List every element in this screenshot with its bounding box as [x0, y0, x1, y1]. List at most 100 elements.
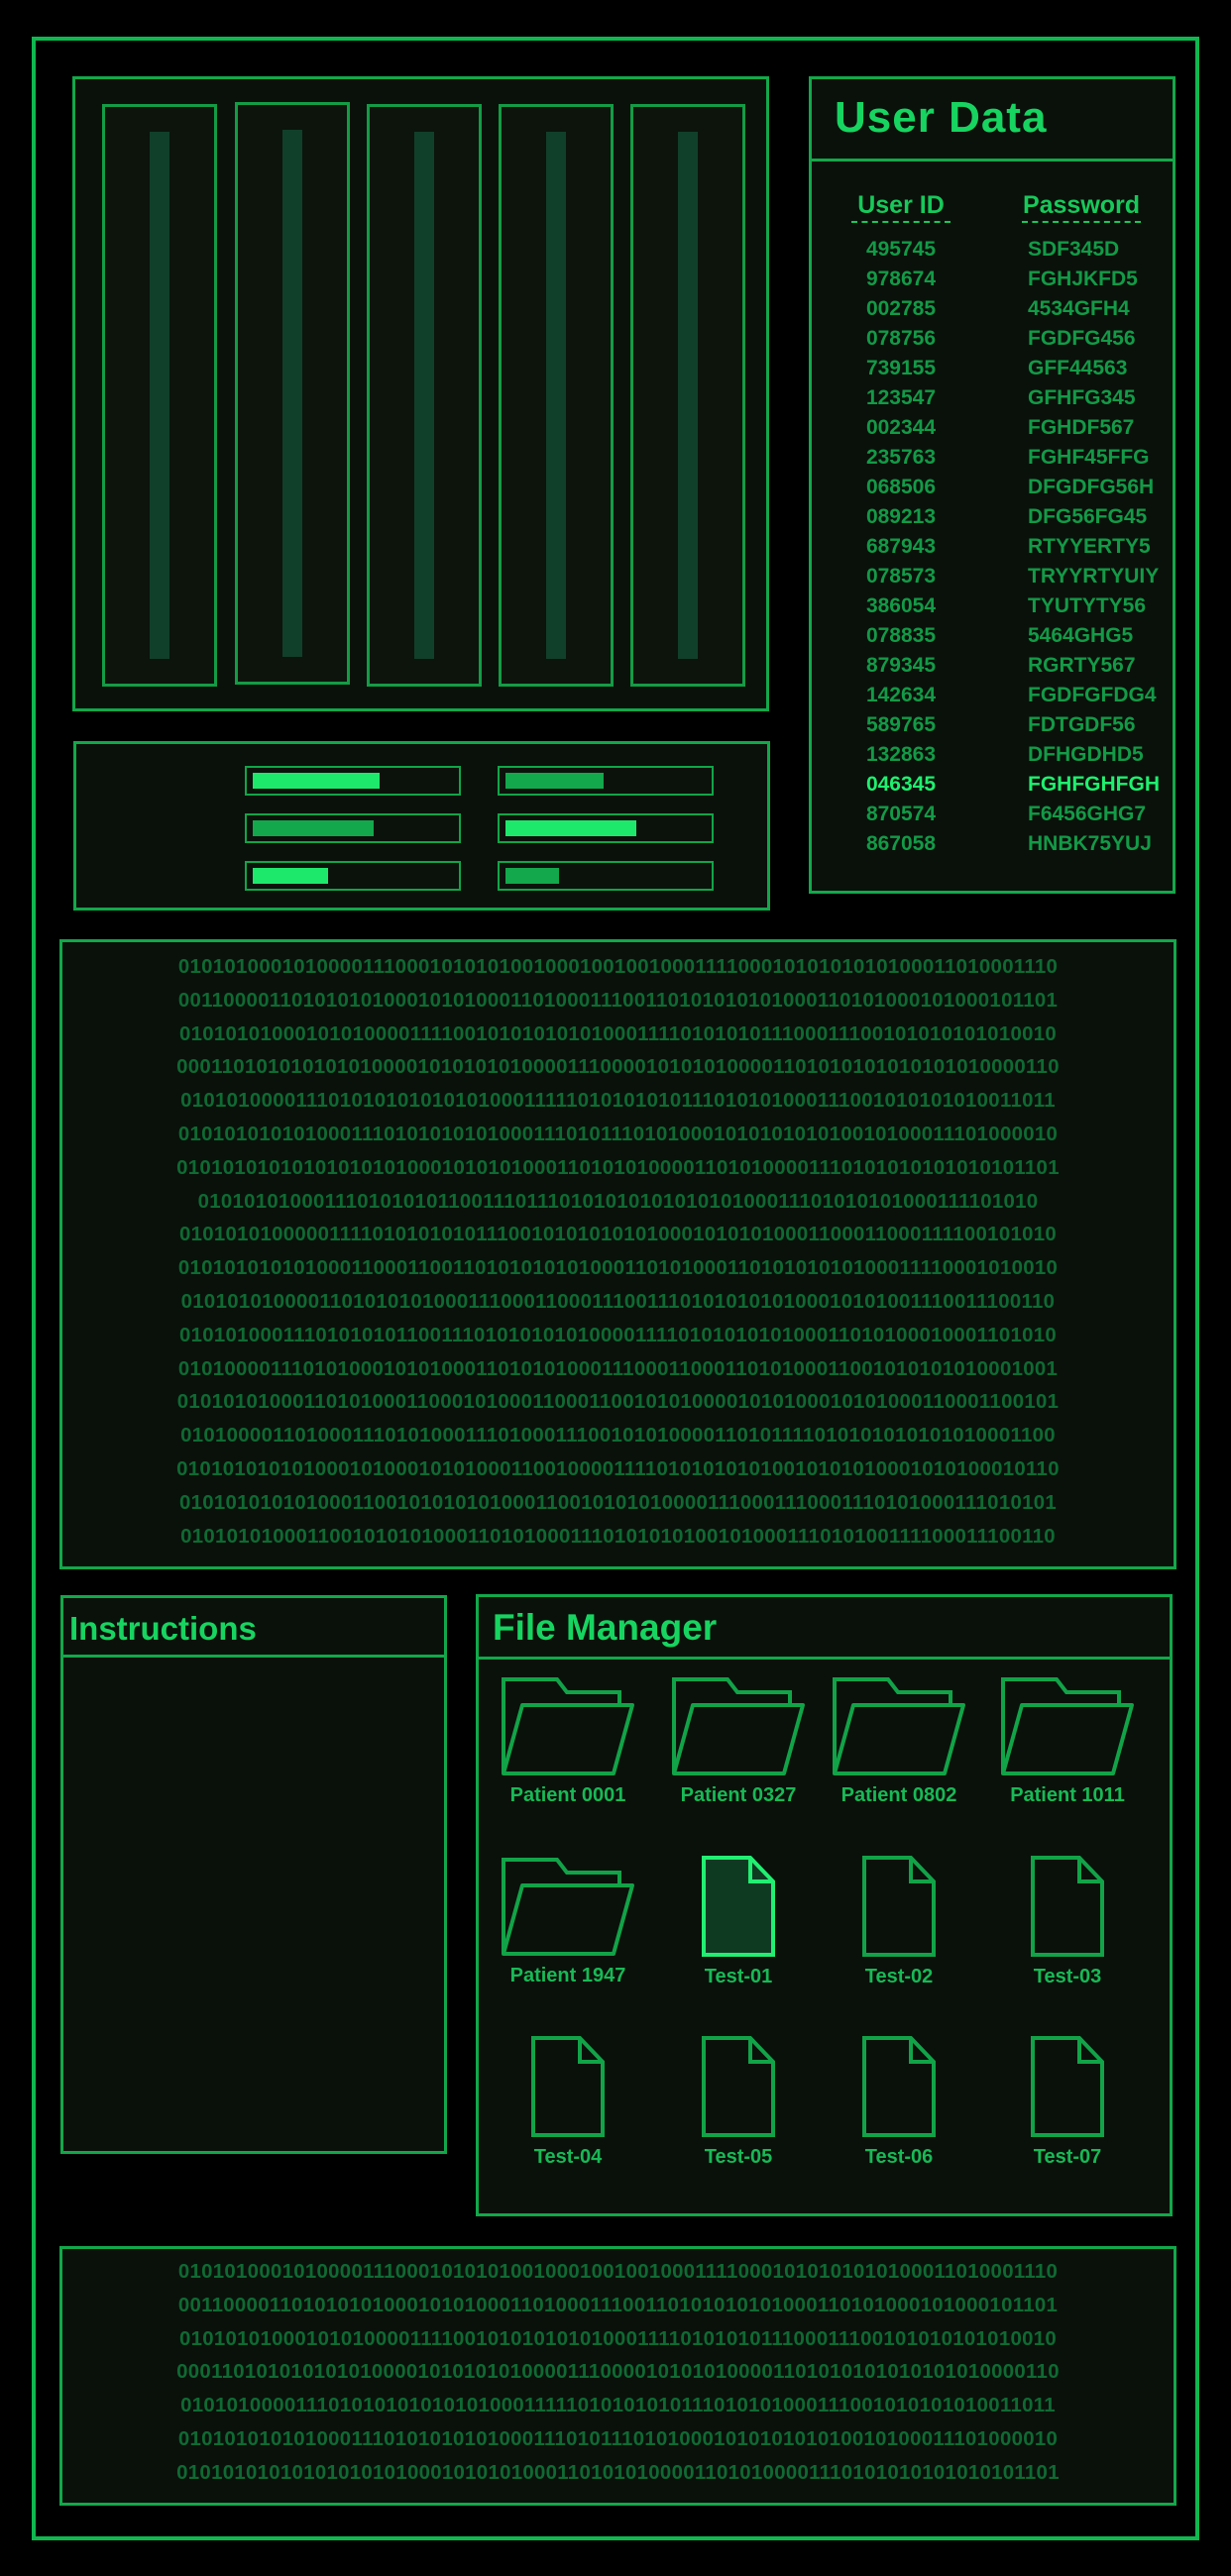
binary-line: 0101010100011010100011000101000110001100…: [176, 1391, 1060, 1414]
binary-line: 0101010001110101010110011101010101010000…: [178, 1324, 1058, 1346]
document-icon: [862, 2036, 936, 2137]
user-id-cell: 078835: [865, 624, 937, 647]
user-id-cell: 687943: [865, 535, 937, 558]
file-item[interactable]: Test-07: [1030, 2035, 1105, 2168]
folder-item[interactable]: Patient 0802: [832, 1675, 966, 1806]
file-item[interactable]: Test-05: [701, 2035, 776, 2168]
password-cell: FDTGDF56: [1028, 713, 1136, 736]
user-id-cell: 739155: [865, 357, 937, 379]
folder-item[interactable]: Patient 1947: [501, 1856, 635, 1986]
level-bar: [245, 766, 461, 796]
user-data-row: 870574 F6456GHG7: [812, 803, 1173, 832]
instructions-title: Instructions: [69, 1610, 257, 1647]
user-id-cell: 589765: [865, 713, 937, 736]
user-id-cell: 235763: [865, 446, 937, 469]
binary-line: 0101010101010001100101010101000110010101…: [178, 1491, 1058, 1514]
binary-line: 0101010100010101000011110010101010101000…: [178, 1022, 1058, 1045]
user-data-row: 867058 HNBK75YUJ: [812, 832, 1173, 862]
column-track: [546, 132, 566, 659]
column-bar-2: [235, 102, 350, 685]
user-data-row: 002344 FGHDF567: [812, 416, 1173, 446]
binary-line: 0101010101010001100011001101010101010001…: [177, 1257, 1059, 1280]
folder-item[interactable]: Patient 0001: [501, 1675, 635, 1806]
user-id-cell: 046345: [865, 773, 937, 796]
column-track: [282, 130, 302, 657]
file-item[interactable]: Test-02: [861, 1855, 937, 1987]
folder-icon: [502, 1677, 634, 1775]
document-icon: [862, 1856, 936, 1957]
document-icon: [1031, 1856, 1104, 1957]
binary-line: 0101010101010101010100010101010001101010…: [176, 2461, 1060, 2484]
binary-line: 0101000011101010001010100011010101000111…: [177, 1357, 1059, 1380]
file-item[interactable]: Test-03: [1030, 1855, 1105, 1987]
binary-line: 0001101010101010100001010101010000111000…: [176, 1056, 1060, 1079]
folder-icon: [502, 1858, 634, 1956]
binary-line: 0101010101010001110101010101000111010111…: [177, 2428, 1059, 2450]
user-data-row: 879345 RGRTY567: [812, 654, 1173, 684]
column-bar-4: [499, 104, 614, 687]
binary-panel-bottom: 0101010001010000111000101010100100010010…: [59, 2246, 1176, 2506]
folder-item[interactable]: Patient 0327: [671, 1675, 806, 1806]
user-data-row: 089213 DFG56FG45: [812, 505, 1173, 535]
password-cell: RTYYERTY5: [1028, 535, 1151, 558]
user-id-cell: 870574: [865, 803, 937, 825]
binary-line: 0101010100001101010101000111000110001110…: [180, 1291, 1056, 1313]
binary-line: 0101010000111010101010101010001111101010…: [180, 2395, 1056, 2417]
password-cell: SDF345D: [1028, 238, 1120, 261]
document-icon: [702, 2036, 775, 2137]
level-fill: [505, 868, 559, 884]
item-label: Test-07: [1033, 2146, 1102, 2168]
binary-line: 0101010100000111101010101011100101010101…: [178, 1224, 1058, 1246]
user-id-cell: 068506: [865, 476, 937, 498]
file-item[interactable]: Test-01: [701, 1855, 776, 1987]
column-track: [150, 132, 169, 659]
file-manager-panel: File Manager Patient 0001 Patient 0327 Pat…: [476, 1594, 1173, 2216]
binary-line: 0001101010101010100001010101010000111000…: [176, 2361, 1060, 2384]
document-icon: [702, 1856, 775, 1957]
binary-line: 0101010000111010101010101010001111101010…: [180, 1090, 1056, 1113]
user-id-cell: 867058: [865, 832, 937, 855]
folder-icon: [672, 1677, 805, 1775]
password-cell: DFG56FG45: [1028, 505, 1148, 528]
level-fill: [505, 820, 636, 836]
divider: [812, 159, 1173, 161]
column-track: [678, 132, 698, 659]
instructions-panel: Instructions: [60, 1595, 447, 2154]
user-id-cell: 132863: [865, 743, 937, 766]
password-cell: FGHF45FFG: [1028, 446, 1150, 469]
file-item[interactable]: Test-04: [530, 2035, 606, 2168]
user-id-cell: 002344: [865, 416, 937, 439]
user-id-cell: 078573: [865, 565, 937, 588]
user-id-cell: 386054: [865, 594, 937, 617]
item-label: Patient 1011: [1010, 1784, 1125, 1806]
user-id-cell: 123547: [865, 386, 937, 409]
user-data-row: 142634 FGDFGFDG4: [812, 684, 1173, 713]
binary-line: 0101010101010001110101010101000111010111…: [177, 1124, 1059, 1145]
level-fill: [253, 820, 374, 836]
binary-line: 0101010100011101010101100111011101010101…: [197, 1190, 1039, 1213]
user-data-row: 687943 RTYYERTY5: [812, 535, 1173, 565]
divider: [63, 1655, 444, 1658]
password-header: Password: [1022, 191, 1141, 223]
user-id-header: User ID: [851, 191, 951, 223]
user-data-row: 046345 FGHFGHFGH: [812, 773, 1173, 803]
level-bar: [498, 861, 714, 891]
level-bar: [498, 813, 714, 843]
user-data-panel: User Data User ID Password 495745 SDF345D…: [809, 76, 1175, 894]
level-fill: [253, 868, 328, 884]
password-cell: HNBK75YUJ: [1028, 832, 1152, 855]
user-data-row: 002785 4534GFH4: [812, 297, 1173, 327]
password-cell: FGHFGHFGH: [1028, 773, 1160, 796]
folder-icon: [1001, 1677, 1134, 1775]
document-icon: [531, 2036, 605, 2137]
level-bar: [245, 861, 461, 891]
binary-line: 0101010100011001010101000110101000111010…: [180, 1525, 1056, 1548]
folder-item[interactable]: Patient 1011: [1000, 1675, 1135, 1806]
user-data-row: 235763 FGHF45FFG: [812, 446, 1173, 476]
user-id-cell: 879345: [865, 654, 937, 677]
user-id-cell: 142634: [865, 684, 937, 706]
column-bar-5: [630, 104, 745, 687]
binary-line: 0101010101010001010001010100011001000011…: [176, 1458, 1060, 1480]
file-item[interactable]: Test-06: [861, 2035, 937, 2168]
levels-panel: [73, 741, 770, 911]
